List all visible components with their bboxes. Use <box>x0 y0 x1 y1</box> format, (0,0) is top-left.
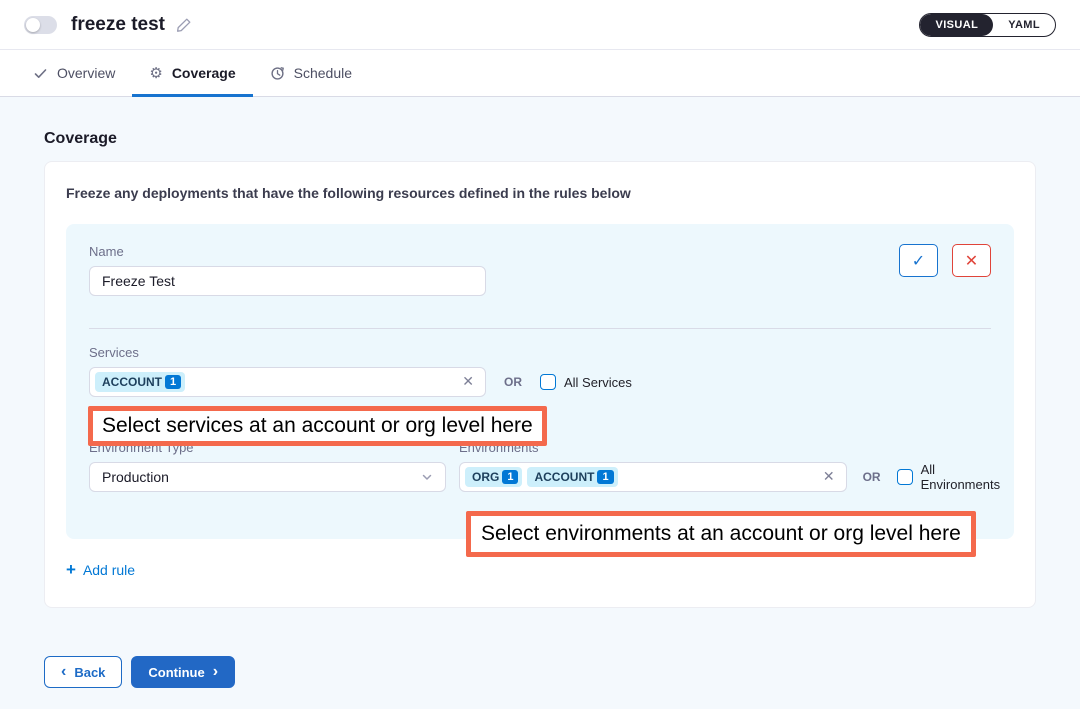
environment-type-field: Environment Type Production <box>89 440 446 492</box>
visual-mode-button[interactable]: VISUAL <box>920 14 993 36</box>
annotation-services: Select services at an account or org lev… <box>88 406 547 446</box>
header: freeze test VISUAL YAML <box>0 0 1080 50</box>
rule-actions: ✓ ✕ <box>899 244 991 277</box>
tab-overview[interactable]: Overview <box>16 50 132 96</box>
plus-icon: + <box>66 561 76 578</box>
services-label: Services <box>89 345 991 360</box>
service-tag-account[interactable]: ACCOUNT 1 <box>95 372 185 392</box>
all-environments-label: All Environments <box>921 462 1015 492</box>
name-field: Name <box>89 244 486 296</box>
add-rule-button[interactable]: + Add rule <box>66 561 135 578</box>
services-input[interactable]: ACCOUNT 1 ✕ <box>89 367 486 397</box>
rule-name-input[interactable] <box>89 266 486 296</box>
environment-type-select[interactable]: Production <box>89 462 446 492</box>
tag-label: ACCOUNT <box>534 470 594 484</box>
chevron-right-icon: › <box>213 664 218 680</box>
check-icon <box>33 66 48 81</box>
delete-rule-button[interactable]: ✕ <box>952 244 991 277</box>
main-content: Coverage Freeze any deployments that hav… <box>0 97 1080 688</box>
environments-or-label: OR <box>863 470 881 484</box>
rule-divider <box>89 328 991 329</box>
tab-coverage-label: Coverage <box>172 65 236 81</box>
tab-schedule[interactable]: Schedule <box>253 50 369 96</box>
services-field: Services ACCOUNT 1 ✕ OR All Services <box>89 345 991 397</box>
tab-overview-label: Overview <box>57 65 115 81</box>
annotation-environments: Select environments at an account or org… <box>466 511 976 557</box>
environment-tag-account[interactable]: ACCOUNT 1 <box>527 467 617 487</box>
environments-field: Environments ORG 1 ACCOUNT 1 <box>459 440 1014 492</box>
tab-coverage[interactable]: ⚙ Coverage <box>132 50 252 96</box>
apply-rule-button[interactable]: ✓ <box>899 244 938 277</box>
services-or-label: OR <box>504 375 522 389</box>
all-services-label: All Services <box>564 375 632 390</box>
all-services-checkbox[interactable] <box>540 374 556 390</box>
gear-icon: ⚙ <box>149 66 162 81</box>
clear-services-icon[interactable]: ✕ <box>462 374 474 390</box>
rule-panel: Name ✓ ✕ Services ACCOUNT <box>66 224 1014 539</box>
freeze-studio-page: freeze test VISUAL YAML Overview ⚙ Cover… <box>0 0 1080 709</box>
tab-bar: Overview ⚙ Coverage Schedule <box>0 50 1080 97</box>
yaml-mode-button[interactable]: YAML <box>993 14 1055 36</box>
tag-count-badge: 1 <box>165 375 181 389</box>
chevron-left-icon: ‹ <box>61 664 66 680</box>
pencil-icon <box>176 17 192 33</box>
chevron-down-icon <box>421 471 433 483</box>
tab-schedule-label: Schedule <box>294 65 352 81</box>
add-rule-label: Add rule <box>83 562 135 578</box>
close-icon: ✕ <box>965 251 978 270</box>
clock-icon <box>270 66 285 81</box>
back-label: Back <box>74 665 105 680</box>
tag-label: ACCOUNT <box>102 375 162 389</box>
environment-type-value: Production <box>102 469 169 485</box>
tag-count-badge: 1 <box>502 470 518 484</box>
check-icon: ✓ <box>912 251 925 270</box>
all-environments-checkbox[interactable] <box>897 469 913 485</box>
tag-label: ORG <box>472 470 499 484</box>
card-intro: Freeze any deployments that have the fol… <box>66 185 1014 201</box>
back-button[interactable]: ‹ Back <box>44 656 122 688</box>
name-label: Name <box>89 244 486 259</box>
toggle-knob <box>26 18 40 32</box>
section-title: Coverage <box>44 130 1036 148</box>
edit-name-icon[interactable] <box>176 17 192 33</box>
continue-button[interactable]: Continue › <box>131 656 235 688</box>
clear-environments-icon[interactable]: ✕ <box>823 469 835 485</box>
freeze-enabled-toggle[interactable] <box>24 16 57 34</box>
tag-count-badge: 1 <box>597 470 613 484</box>
environments-input[interactable]: ORG 1 ACCOUNT 1 ✕ <box>459 462 847 492</box>
visual-yaml-switch: VISUAL YAML <box>919 13 1056 37</box>
continue-label: Continue <box>148 665 204 680</box>
footer-actions: ‹ Back Continue › <box>44 656 1036 688</box>
page-title: freeze test <box>71 14 165 36</box>
environment-tag-org[interactable]: ORG 1 <box>465 467 522 487</box>
